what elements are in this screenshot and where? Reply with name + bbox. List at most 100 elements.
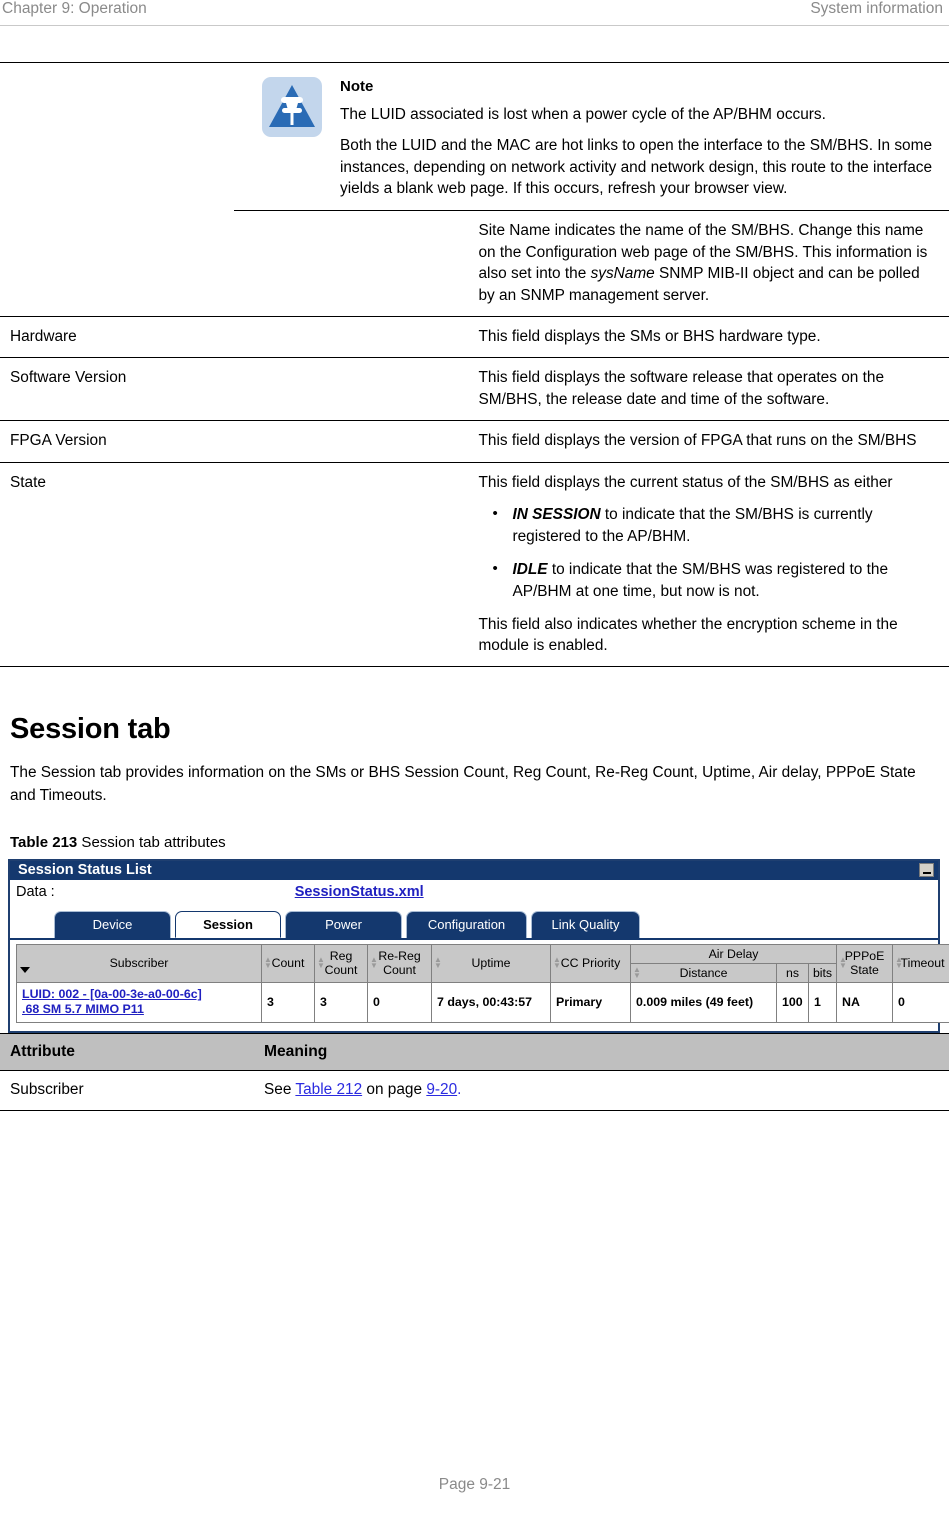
xref-table-212[interactable]: Table 212 (295, 1081, 362, 1098)
column-label: CC Priority (560, 956, 621, 971)
session-status-xml-link[interactable]: SessionStatus.xml (295, 884, 424, 900)
table-row: LUID: 002 - [0a-00-3e-a0-00-6c] .68 SM 5… (16, 981, 949, 1023)
attribute-meaning: This field displays the current status o… (474, 461, 949, 668)
session-status-list-window: Session Status List Data : SessionStatus… (8, 858, 949, 1033)
column-label: Re-Reg Count (378, 949, 421, 978)
system-information-attribute-table: Note The LUID associated is lost when a … (0, 62, 949, 668)
column-header-pppoe-state[interactable]: ▲ ▼ PPPoE State (836, 943, 894, 983)
tab-strip: Device Session Power Configuration Link … (10, 903, 938, 938)
column-header-subscriber[interactable]: Subscriber (16, 943, 262, 983)
column-header-timeout[interactable]: ▲ ▼ Timeout (892, 943, 949, 983)
attribute-meaning: This field displays the version of FPGA … (474, 420, 949, 463)
xref-page-9-20[interactable]: 9-20 (426, 1081, 457, 1098)
column-header-uptime[interactable]: ▲ ▼ Uptime (431, 943, 551, 983)
meaning-text-mid: on page (362, 1080, 427, 1098)
state-outro: This field also indicates whether the en… (478, 615, 898, 654)
page-footer: Page 9-21 (0, 1476, 949, 1494)
column-header-reg-count[interactable]: ▲ ▼ Reg Count (314, 943, 368, 983)
column-label: Timeout (900, 956, 945, 971)
session-grid-wrapper: Subscriber ▲ ▼ Count ▲ ▼ Reg Count ▲ ▼ Re (10, 937, 949, 1031)
attribute-label: FPGA Version (0, 420, 475, 463)
sort-toggle-icon[interactable]: ▲ ▼ (370, 956, 378, 970)
window-title: Session Status List (18, 862, 152, 879)
tab-power[interactable]: Power (285, 910, 402, 938)
chapter-label: Chapter 9: Operation (2, 0, 147, 17)
sort-toggle-icon[interactable]: ▲ ▼ (839, 956, 847, 970)
cell-ns: 100 (776, 981, 809, 1023)
tab-session[interactable]: Session (175, 910, 281, 938)
data-label: Data : (16, 883, 55, 900)
attribute-label: Software Version (0, 357, 475, 422)
minimize-icon[interactable] (919, 863, 934, 878)
meaning-text-pre: See (264, 1080, 296, 1098)
sort-toggle-icon[interactable]: ▲ ▼ (264, 956, 272, 970)
cell-count: 3 (261, 981, 315, 1023)
table-caption: Table 213 Session tab attributes (0, 834, 949, 851)
data-source-row: Data : SessionStatus.xml (10, 879, 938, 904)
sort-descending-icon[interactable] (20, 966, 30, 973)
cell-meaning-subscriber: See Table 212 on page 9-20. (254, 1070, 949, 1111)
cell-uptime: 7 days, 00:43:57 (431, 981, 551, 1023)
column-header-cc-priority[interactable]: ▲ ▼ CC Priority (550, 943, 631, 983)
bullet-text: to indicate that the SM/BHS was register… (512, 560, 889, 600)
note-title: Note (340, 78, 374, 95)
column-header-meaning: Meaning (254, 1032, 949, 1071)
cell-pppoe-state: NA (836, 981, 894, 1023)
attribute-label: Hardware (0, 315, 475, 359)
list-item: IN SESSION to indicate that the SM/BHS i… (493, 503, 939, 548)
sort-toggle-icon[interactable]: ▲ ▼ (317, 956, 325, 970)
page-title: Session tab (10, 713, 171, 746)
attribute-label: State (0, 461, 475, 668)
table-row-hardware: Hardware This field displays the SMs or … (0, 315, 949, 359)
subscriber-luid-link[interactable]: LUID: 002 - [0a-00-3e-a0-00-6c] (22, 987, 256, 1002)
subscriber-name-link[interactable]: .68 SM 5.7 MIMO P11 (22, 1002, 256, 1017)
column-header-ns[interactable]: ns (776, 962, 809, 983)
column-header-attribute: Attribute (0, 1032, 254, 1071)
table-row-software-version: Software Version This field displays the… (0, 357, 949, 422)
column-label: PPPoE State (844, 949, 885, 978)
column-label: Uptime (471, 956, 511, 971)
cell-timeout: 0 (892, 981, 949, 1023)
header-divider (0, 25, 949, 26)
sort-toggle-icon[interactable]: ▲ ▼ (895, 956, 903, 970)
bullet-term: IDLE (512, 560, 548, 578)
site-name-attribute-cell (0, 211, 475, 317)
session-attributes-table: Attribute Meaning Subscriber See Table 2… (0, 1032, 949, 1111)
meaning-text-post: . (457, 1080, 462, 1098)
column-label: Count (271, 956, 305, 971)
session-tab-description: The Session tab provides information on … (10, 764, 916, 804)
bullet-term: IN SESSION (512, 506, 601, 523)
section-label: System information (810, 0, 943, 17)
grid-header-row-1: Subscriber ▲ ▼ Count ▲ ▼ Reg Count ▲ ▼ Re (16, 943, 949, 983)
column-header-distance[interactable]: ▲ ▼ Distance (630, 962, 777, 983)
cell-distance: 0.009 miles (49 feet) (630, 981, 777, 1023)
column-group-header-air-delay: Air Delay (629, 943, 838, 964)
column-label: Distance (679, 965, 728, 980)
table-caption-number: Table 213 (10, 833, 78, 851)
column-header-re-reg-count[interactable]: ▲ ▼ Re-Reg Count (367, 943, 432, 983)
column-label: Reg Count (324, 949, 358, 978)
table-caption-text: Session tab attributes (77, 833, 226, 851)
note-pushpin-triangle-icon (262, 77, 322, 137)
site-name-meaning-cell: Site Name indicates the name of the SM/B… (474, 211, 949, 317)
cell-cc-priority: Primary (550, 981, 631, 1023)
note-callout: Note The LUID associated is lost when a … (234, 63, 949, 212)
cell-reg-count: 3 (314, 981, 368, 1023)
site-name-row: Site Name indicates the name of the SM/B… (0, 211, 949, 317)
tab-link-quality[interactable]: Link Quality (531, 910, 640, 938)
column-header-bits[interactable]: bits (807, 962, 838, 983)
tab-configuration[interactable]: Configuration (406, 910, 527, 938)
cell-attribute-subscriber: Subscriber (0, 1070, 254, 1111)
window-titlebar: Session Status List (10, 860, 938, 880)
session-status-grid: Subscriber ▲ ▼ Count ▲ ▼ Reg Count ▲ ▼ Re (16, 943, 949, 1023)
note-row: Note The LUID associated is lost when a … (0, 62, 949, 212)
note-paragraph-1: The LUID associated is lost when a power… (340, 105, 826, 123)
attribute-meaning: This field displays the SMs or BHS hardw… (474, 315, 949, 359)
note-paragraph-2: Both the LUID and the MAC are hot links … (340, 136, 933, 198)
sort-toggle-icon[interactable]: ▲ ▼ (633, 965, 641, 979)
sort-toggle-icon[interactable]: ▲ ▼ (553, 956, 561, 970)
tab-device[interactable]: Device (54, 910, 171, 938)
sort-toggle-icon[interactable]: ▲ ▼ (434, 956, 442, 970)
column-header-count[interactable]: ▲ ▼ Count (261, 943, 315, 983)
page-content: Note The LUID associated is lost when a … (0, 62, 949, 1111)
